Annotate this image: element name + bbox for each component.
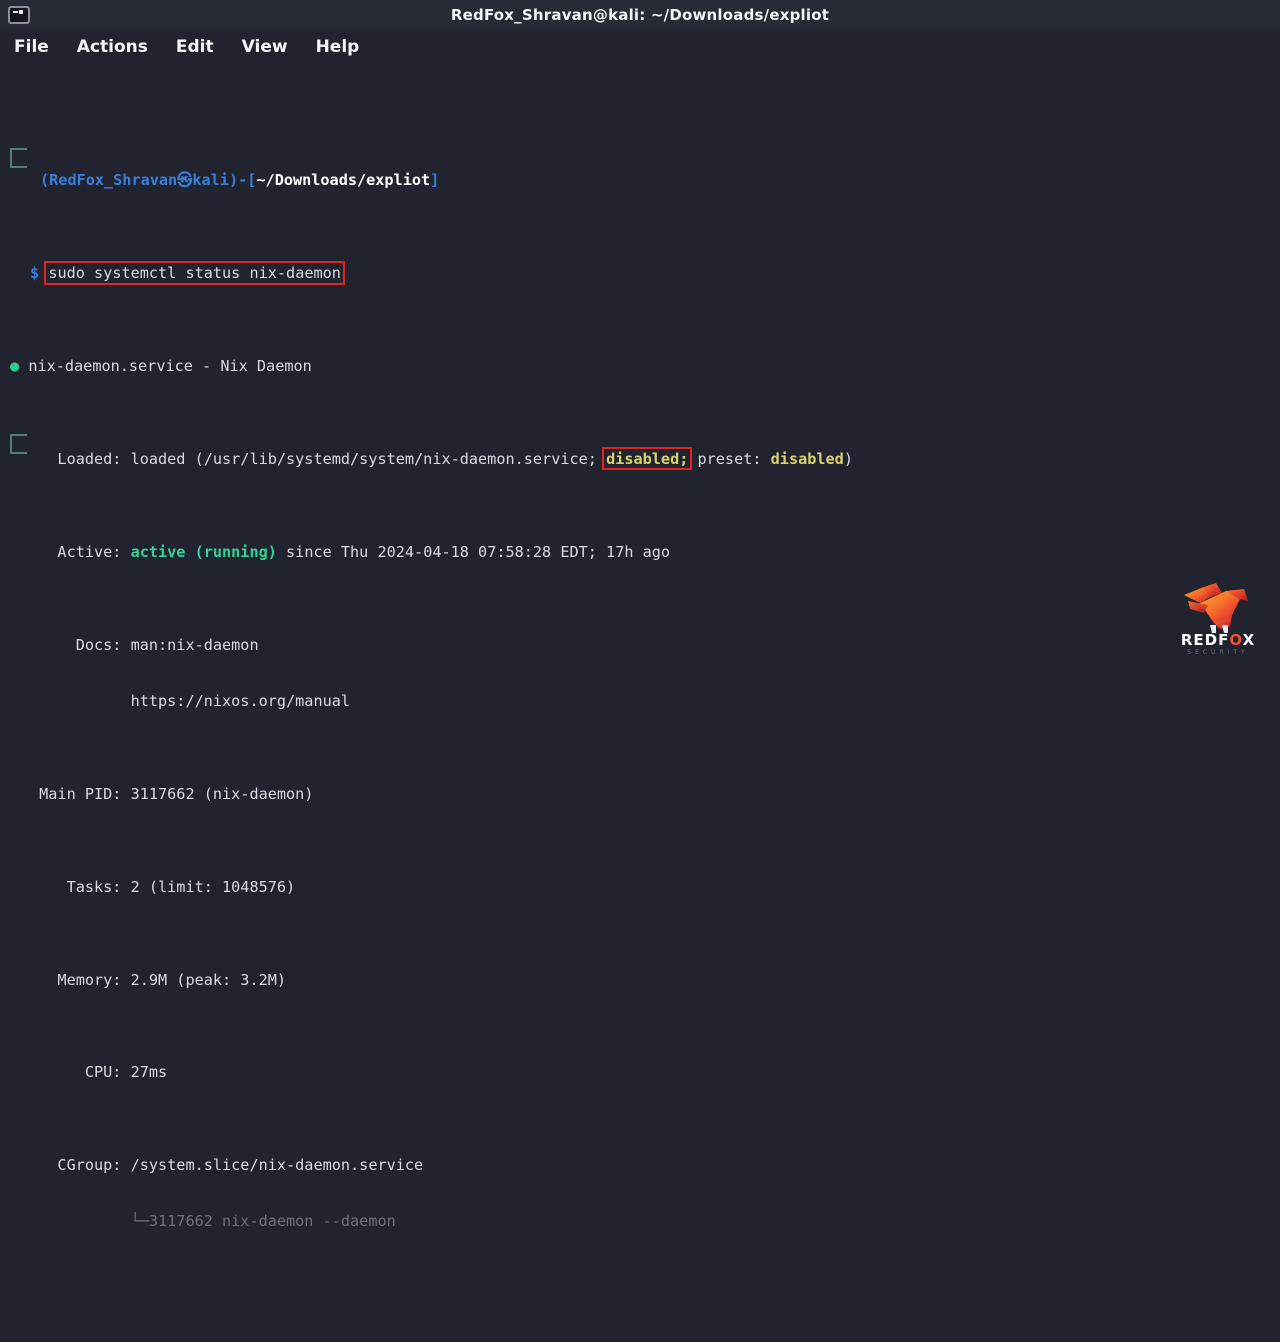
command-highlight-box: sudo systemctl status nix-daemon (44, 261, 345, 285)
memory-value: 2.9M (peak: 3.2M) (121, 970, 287, 989)
cpu-value: 27ms (121, 1063, 168, 1082)
cgroup-tree-line: └─3117662 nix-daemon --daemon (4, 1212, 1280, 1231)
docs-url-value: https://nixos.org/manual (30, 691, 351, 710)
cgroup-label: CGroup: (30, 1156, 122, 1175)
tasks-value: 2 (limit: 1048576) (121, 877, 296, 896)
menu-item-file[interactable]: File (14, 37, 49, 57)
main-pid-line: Main PID: 3117662 (nix-daemon) (4, 785, 1280, 804)
prompt-close-paren-1: ) (228, 170, 239, 189)
cgroup-process-entry: └─3117662 nix-daemon --daemon (30, 1212, 396, 1231)
service-unit-line: ● nix-daemon.service - Nix Daemon (4, 357, 1280, 376)
prompt-hostname-1: kali (192, 170, 229, 189)
logo-tagline: SECURITY (1187, 649, 1249, 656)
active-since-value: since Thu 2024-04-18 07:58:28 EDT; 17h a… (276, 542, 671, 561)
loaded-close-paren: ) (843, 449, 853, 468)
logo-word-part1: REDF (1180, 631, 1230, 649)
prompt-username-1: RedFox_Shravan (49, 170, 178, 189)
preset-value: disabled (770, 449, 844, 468)
command-text: sudo systemctl status nix-daemon (48, 263, 341, 282)
menu-bar: File Actions Edit View Help (0, 30, 1280, 64)
menu-item-actions[interactable]: Actions (77, 37, 148, 57)
logo-word-o: O (1229, 631, 1243, 649)
prompt-path-1: ~/Downloads/expliot (256, 170, 431, 189)
terminal-icon (8, 6, 30, 24)
status-dot-icon: ● (10, 356, 20, 375)
tasks-label: Tasks: (30, 877, 122, 896)
docs-value: man:nix-daemon (121, 635, 259, 654)
terminal-output[interactable]: (RedFox_Shravan㉿kali)-[~/Downloads/expli… (0, 64, 1280, 1342)
cgroup-value: /system.slice/nix-daemon.service (121, 1156, 424, 1175)
window-title: RedFox_Shravan@kali: ~/Downloads/expliot (450, 6, 830, 24)
docs-label: Docs: (30, 635, 122, 654)
cpu-label: CPU: (30, 1063, 122, 1082)
prompt-bracket-decoration-2 (10, 434, 27, 454)
main-pid-label: Main PID: (30, 784, 122, 803)
active-line: Active: active (running) since Thu 2024-… (4, 543, 1280, 562)
prompt-at-symbol-1: ㉿ (177, 170, 193, 189)
loaded-state-highlight-box: disabled; (602, 446, 693, 471)
loaded-state-value: disabled; (606, 449, 689, 468)
docs-line: Docs: man:nix-daemon (4, 636, 1280, 655)
cgroup-line: CGroup: /system.slice/nix-daemon.service (4, 1156, 1280, 1175)
prompt-dash-1: - (238, 170, 248, 189)
menu-item-view[interactable]: View (242, 37, 288, 57)
window-titlebar: RedFox_Shravan@kali: ~/Downloads/expliot (0, 0, 1280, 30)
active-state-value: active (running) (121, 542, 277, 561)
memory-label: Memory: (30, 970, 122, 989)
service-unit-description: nix-daemon.service - Nix Daemon (28, 356, 312, 375)
menu-item-help[interactable]: Help (316, 37, 360, 57)
menu-item-edit[interactable]: Edit (176, 37, 214, 57)
loaded-path-value: loaded (/usr/lib/systemd/system/nix-daem… (121, 449, 607, 468)
preset-label: preset: (688, 449, 771, 468)
active-label: Active: (30, 542, 122, 561)
command-input-line: $ sudo systemctl status nix-daemon (4, 261, 1280, 285)
cpu-line: CPU: 27ms (4, 1063, 1280, 1082)
prompt-dollar-1: $ (30, 263, 40, 282)
prompt-close-bracket-1: ] (430, 170, 440, 189)
memory-line: Memory: 2.9M (peak: 3.2M) (4, 971, 1280, 990)
main-pid-value: 3117662 (nix-daemon) (121, 784, 314, 803)
prompt-bracket-decoration-1 (10, 148, 27, 168)
docs-line-2: https://nixos.org/manual (4, 692, 1280, 711)
logo-wordmark: REDFOX (1170, 633, 1266, 648)
logo-word-part2: X (1242, 631, 1256, 649)
tasks-line: Tasks: 2 (limit: 1048576) (4, 878, 1280, 897)
shell-prompt-line-1: (RedFox_Shravan㉿kali)-[~/Downloads/expli… (4, 171, 1280, 190)
prompt-open-paren-1: ( (40, 170, 50, 189)
loaded-line: Loaded: loaded (/usr/lib/systemd/system/… (4, 446, 1280, 471)
loaded-label: Loaded: (30, 449, 122, 468)
fox-head-icon (1184, 583, 1248, 633)
redfox-security-logo: REDFOX SECURITY (1170, 581, 1266, 663)
